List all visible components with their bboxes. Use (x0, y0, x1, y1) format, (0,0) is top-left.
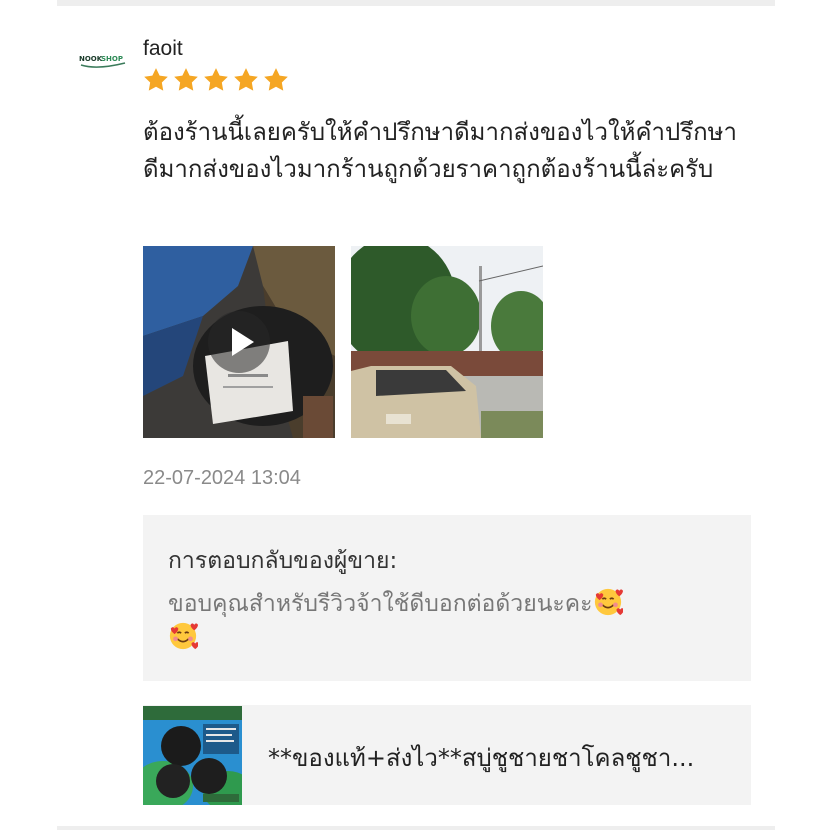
smiling-face-with-hearts-icon (169, 622, 198, 650)
product-thumbnail[interactable] (143, 706, 242, 805)
product-card[interactable]: **ของแท้+ส่งไว**สบู่ชูชายชาโคลชูชา... (143, 705, 751, 805)
star-icon (204, 68, 228, 91)
seller-reply-message: ขอบคุณสำหรับรีวิวจ้าใช้ดีบอกต่อด้วยนะคะ (168, 591, 593, 617)
review-video-thumbnail[interactable] (143, 246, 335, 438)
svg-text:NOOK: NOOK (79, 55, 103, 63)
reviewer-avatar[interactable]: NOOK SHOP (77, 50, 129, 72)
star-icon (234, 68, 258, 91)
product-name[interactable]: **ของแท้+ส่งไว**สบู่ชูชายชาโคลชูชา... (268, 738, 738, 777)
top-divider (57, 0, 775, 6)
rating-stars (142, 66, 290, 94)
bottom-divider (57, 826, 775, 830)
smiling-face-with-hearts-icon (594, 588, 623, 616)
star-icon (144, 68, 168, 91)
star-icon (174, 68, 198, 91)
reviewer-username[interactable]: faoit (143, 37, 183, 61)
svg-text:SHOP: SHOP (101, 55, 123, 63)
review-text: ต้องร้านนี้เลยครับให้คำปรึกษาดีมากส่งของ… (143, 118, 737, 183)
play-icon (232, 328, 254, 356)
seller-reply-title: การตอบกลับของผู้ขาย: (168, 548, 398, 574)
play-button[interactable] (208, 311, 270, 373)
star-icon (264, 68, 288, 91)
seller-reply-text: ขอบคุณสำหรับรีวิวจ้าใช้ดีบอกต่อด้วยนะคะ (168, 587, 728, 655)
seller-reply-box: การตอบกลับของผู้ขาย: ขอบคุณสำหรับรีวิวจ้… (143, 515, 751, 681)
review-timestamp: 22-07-2024 13:04 (143, 467, 301, 489)
review-photo-thumbnail[interactable] (351, 246, 543, 438)
